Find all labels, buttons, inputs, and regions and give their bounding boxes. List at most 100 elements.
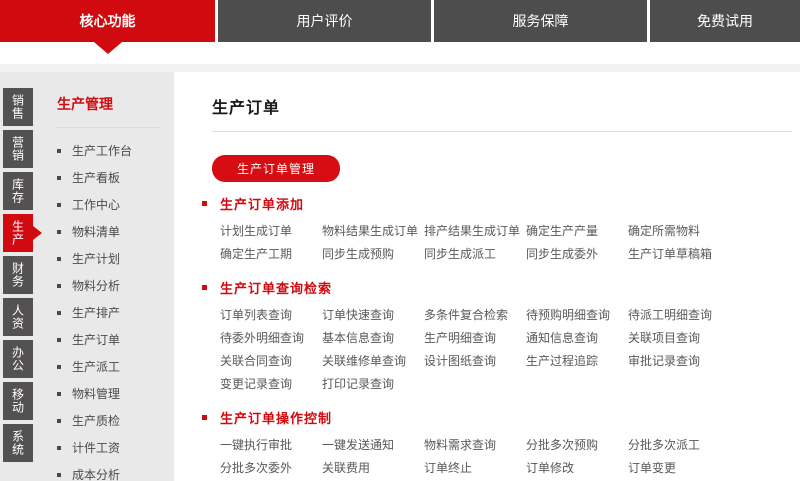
feature-link[interactable]: 同步生成预购 xyxy=(322,243,424,266)
submenu-item-label: 生产工作台 xyxy=(72,142,132,159)
feature-link[interactable]: 物料结果生成订单 xyxy=(322,220,424,243)
feature-link[interactable]: 订单变更 xyxy=(628,457,730,480)
links-grid: 计划生成订单物料结果生成订单排产结果生成订单确定生产产量确定所需物料确定生产工期… xyxy=(220,220,800,266)
feature-link[interactable]: 设计图纸查询 xyxy=(424,350,526,373)
section-title: 生产订单操作控制 xyxy=(220,408,332,427)
feature-link[interactable]: 一键执行审批 xyxy=(220,434,322,457)
feature-link[interactable]: 审批记录查询 xyxy=(628,350,730,373)
order-manage-button[interactable]: 生产订单管理 xyxy=(212,155,340,182)
submenu-divider xyxy=(57,127,160,128)
top-navbar: 核心功能 用户评价 服务保障 免费试用 xyxy=(0,0,800,42)
feature-link[interactable]: 订单快速查询 xyxy=(322,304,424,327)
feature-link[interactable]: 生产订单草稿箱 xyxy=(628,243,730,266)
submenu-item[interactable]: 生产计划 xyxy=(57,245,174,272)
submenu-list: 生产工作台 生产看板 工作中心 物料清单 生产计划 物料分析 生产排产 生产订单… xyxy=(36,137,174,481)
bullet-square-icon xyxy=(57,257,61,261)
nav-tab[interactable]: 服务保障 xyxy=(434,0,647,42)
links-grid: 一键执行审批一键发送通知物料需求查询分批多次预购分批多次派工分批多次委外关联费用… xyxy=(220,434,800,481)
sidebar-module-item[interactable]: 营销 xyxy=(3,130,33,168)
submenu-item-label: 生产质检 xyxy=(72,412,120,429)
feature-link[interactable]: 通知信息查询 xyxy=(526,327,628,350)
submenu-title: 生产管理 xyxy=(57,94,174,114)
bullet-square-icon xyxy=(57,149,61,153)
submenu-item[interactable]: 生产排产 xyxy=(57,299,174,326)
bullet-square-icon xyxy=(57,338,61,342)
page-title: 生产订单 xyxy=(212,94,800,118)
feature-link[interactable]: 分批多次预购 xyxy=(526,434,628,457)
feature-section: 生产订单操作控制 一键执行审批一键发送通知物料需求查询分批多次预购分批多次派工分… xyxy=(202,408,800,481)
feature-link[interactable]: 计划生成订单 xyxy=(220,220,322,243)
title-divider xyxy=(212,131,792,132)
submenu-item[interactable]: 生产质检 xyxy=(57,407,174,434)
feature-link[interactable]: 订单终止 xyxy=(424,457,526,480)
sidebar-module-item[interactable]: 销售 xyxy=(3,88,33,126)
sidebar-module-item[interactable]: 库存 xyxy=(3,172,33,210)
feature-link[interactable]: 关联合同查询 xyxy=(220,350,322,373)
sidebar-module-item[interactable]: 生产 xyxy=(3,214,33,252)
feature-link[interactable]: 待派工明细查询 xyxy=(628,304,730,327)
feature-link[interactable]: 一键发送通知 xyxy=(322,434,424,457)
feature-link[interactable]: 打印记录查询 xyxy=(322,373,424,396)
submenu-item[interactable]: 工作中心 xyxy=(57,191,174,218)
feature-link[interactable]: 分批多次委外 xyxy=(220,457,322,480)
sidebar-module-item[interactable]: 系统 xyxy=(3,424,33,462)
bullet-square-icon xyxy=(57,365,61,369)
section-head: 生产订单添加 xyxy=(202,194,800,213)
bullet-square-icon xyxy=(57,230,61,234)
sidebar-module-item[interactable]: 办公 xyxy=(3,340,33,378)
feature-link[interactable]: 排产结果生成订单 xyxy=(424,220,526,243)
feature-link[interactable]: 物料需求查询 xyxy=(424,434,526,457)
section-head: 生产订单查询检索 xyxy=(202,278,800,297)
feature-link[interactable]: 确定生产工期 xyxy=(220,243,322,266)
feature-link[interactable]: 关联项目查询 xyxy=(628,327,730,350)
sidebar-module-item[interactable]: 财务 xyxy=(3,256,33,294)
nav-tab[interactable]: 用户评价 xyxy=(218,0,431,42)
bullet-square-icon xyxy=(202,285,207,290)
feature-link[interactable]: 订单修改 xyxy=(526,457,628,480)
submenu-item[interactable]: 物料清单 xyxy=(57,218,174,245)
sidebar-module-item[interactable]: 人资 xyxy=(3,298,33,336)
feature-link[interactable]: 同步生成派工 xyxy=(424,243,526,266)
feature-link[interactable]: 确定生产产量 xyxy=(526,220,628,243)
submenu-item[interactable]: 物料分析 xyxy=(57,272,174,299)
submenu-item[interactable]: 生产工作台 xyxy=(57,137,174,164)
bullet-square-icon xyxy=(202,415,207,420)
submenu-item[interactable]: 生产订单 xyxy=(57,326,174,353)
feature-link[interactable]: 生产明细查询 xyxy=(424,327,526,350)
feature-link[interactable]: 待预购明细查询 xyxy=(526,304,628,327)
nav-tab-label: 服务保障 xyxy=(513,11,569,31)
submenu-item-label: 生产看板 xyxy=(72,169,120,186)
module-nav: 销售营销库存生产财务人资办公移动系统 xyxy=(0,72,36,481)
feature-link[interactable]: 变更记录查询 xyxy=(220,373,322,396)
sidebar-module-item[interactable]: 移动 xyxy=(3,382,33,420)
bullet-square-icon xyxy=(57,392,61,396)
left-rail: 销售营销库存生产财务人资办公移动系统 生产管理 生产工作台 生产看板 工作中心 … xyxy=(0,72,174,481)
feature-link[interactable]: 多条件复合检索 xyxy=(424,304,526,327)
bullet-square-icon xyxy=(202,201,207,206)
content-area: 销售营销库存生产财务人资办公移动系统 生产管理 生产工作台 生产看板 工作中心 … xyxy=(0,72,800,481)
feature-link[interactable]: 关联费用 xyxy=(322,457,424,480)
submenu-item[interactable]: 物料管理 xyxy=(57,380,174,407)
nav-tab[interactable]: 核心功能 xyxy=(0,0,215,42)
submenu-item[interactable]: 计件工资 xyxy=(57,434,174,461)
bullet-square-icon xyxy=(57,284,61,288)
feature-link[interactable]: 待委外明细查询 xyxy=(220,327,322,350)
nav-tab[interactable]: 免费试用 xyxy=(650,0,800,42)
bullet-square-icon xyxy=(57,176,61,180)
submenu-item-label: 成本分析 xyxy=(72,466,120,481)
submenu-item-label: 工作中心 xyxy=(72,196,120,213)
feature-link[interactable]: 订单列表查询 xyxy=(220,304,322,327)
bullet-square-icon xyxy=(57,203,61,207)
section-title: 生产订单添加 xyxy=(220,194,304,213)
bullet-square-icon xyxy=(57,446,61,450)
feature-link[interactable]: 分批多次派工 xyxy=(628,434,730,457)
submenu-panel: 生产管理 生产工作台 生产看板 工作中心 物料清单 生产计划 物料分析 生产排产… xyxy=(36,72,174,481)
feature-link[interactable]: 基本信息查询 xyxy=(322,327,424,350)
submenu-item[interactable]: 成本分析 xyxy=(57,461,174,481)
feature-link[interactable]: 关联维修单查询 xyxy=(322,350,424,373)
feature-link[interactable]: 生产过程追踪 xyxy=(526,350,628,373)
feature-link[interactable]: 同步生成委外 xyxy=(526,243,628,266)
feature-link[interactable]: 确定所需物料 xyxy=(628,220,730,243)
submenu-item[interactable]: 生产派工 xyxy=(57,353,174,380)
submenu-item[interactable]: 生产看板 xyxy=(57,164,174,191)
